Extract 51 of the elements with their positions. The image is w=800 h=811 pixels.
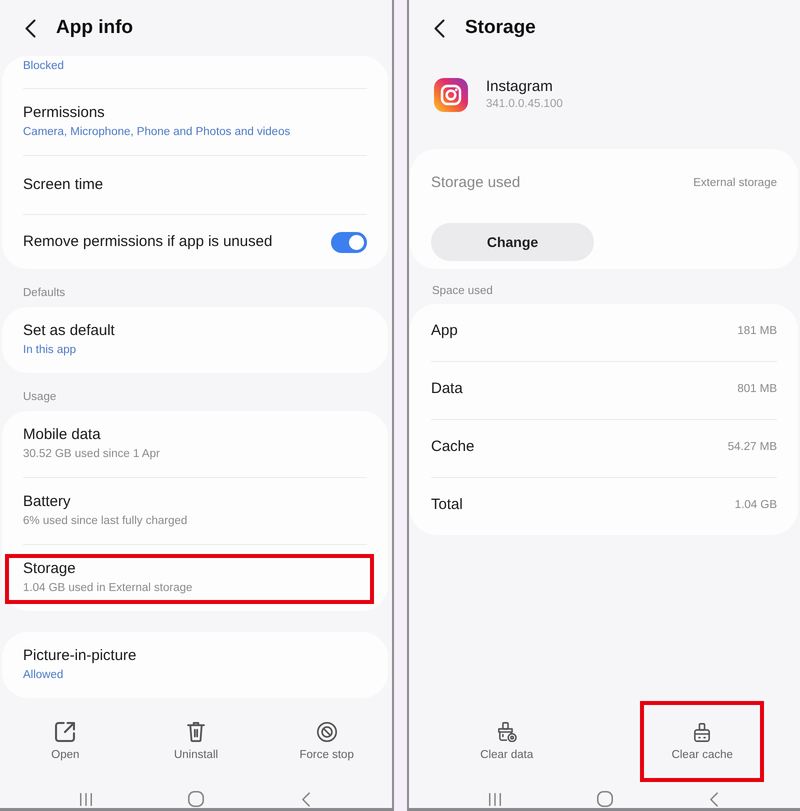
- section-header: Space used: [431, 284, 494, 299]
- storage-value: External storage: [693, 177, 777, 189]
- setting-summary: Blocked: [23, 59, 65, 74]
- brush-badge-icon: [496, 722, 517, 742]
- app-name: Instagram: [486, 77, 554, 96]
- usage-label: Data: [431, 379, 463, 399]
- usage-value: 1.04 GB: [734, 499, 777, 511]
- recents-icon[interactable]: [80, 792, 92, 806]
- section-header: Defaults: [22, 286, 66, 301]
- back-icon[interactable]: [25, 18, 36, 38]
- usage-value: 181 MB: [737, 325, 777, 337]
- usage-label: Total: [431, 495, 463, 515]
- box-arrow-icon: [55, 722, 76, 742]
- screen-title: App info: [56, 17, 134, 39]
- usage-label: App: [431, 321, 458, 341]
- setting-summary: In this app: [23, 343, 78, 358]
- stop-circle-icon: [316, 722, 337, 742]
- brush-box-icon: [693, 723, 712, 742]
- home-icon[interactable]: [188, 791, 204, 807]
- setting-summary: 30.52 GB used since 1 Apr: [23, 447, 161, 462]
- setting-title[interactable]: Remove permissions if app is unused: [23, 232, 272, 252]
- setting-summary: Camera, Microphone, Phone and Photos and videos: [23, 125, 292, 140]
- action-button[interactable]: Open: [43, 716, 88, 766]
- setting-summary: Allowed: [23, 668, 64, 683]
- trash-icon: [187, 722, 205, 742]
- storage-label: Storage used: [431, 173, 520, 193]
- setting-title[interactable]: Screen time: [23, 175, 367, 195]
- action-button[interactable]: Force stop: [292, 716, 362, 766]
- setting-title[interactable]: Permissions: [23, 103, 367, 123]
- screen-title: Storage: [465, 17, 536, 39]
- action-button[interactable]: Clear data: [472, 716, 542, 766]
- back-icon[interactable]: [434, 18, 445, 38]
- setting-title[interactable]: Picture-in-picture: [23, 646, 367, 666]
- camera-tile-icon: [434, 78, 468, 112]
- usage-value: 54.27 MB: [728, 441, 777, 453]
- section-header: Usage: [22, 390, 58, 405]
- setting-summary: 6% used since last fully charged: [23, 514, 188, 529]
- setting-title[interactable]: Mobile data: [23, 425, 367, 445]
- setting-summary: 1.04 GB used in External storage: [23, 581, 194, 596]
- setting-title[interactable]: Set as default: [23, 321, 367, 341]
- toggle-switch[interactable]: [331, 232, 367, 252]
- usage-label: Cache: [431, 437, 474, 457]
- recents-icon[interactable]: [488, 792, 501, 806]
- change-button[interactable]: Change: [431, 223, 594, 261]
- app-version: 341.0.0.45.100: [486, 97, 563, 112]
- action-button[interactable]: Uninstall: [166, 716, 226, 766]
- usage-value: 801 MB: [737, 383, 777, 395]
- setting-title[interactable]: Battery: [23, 492, 367, 512]
- action-button[interactable]: Clear cache: [664, 716, 741, 766]
- setting-title[interactable]: Storage: [23, 559, 367, 579]
- home-icon[interactable]: [596, 791, 612, 807]
